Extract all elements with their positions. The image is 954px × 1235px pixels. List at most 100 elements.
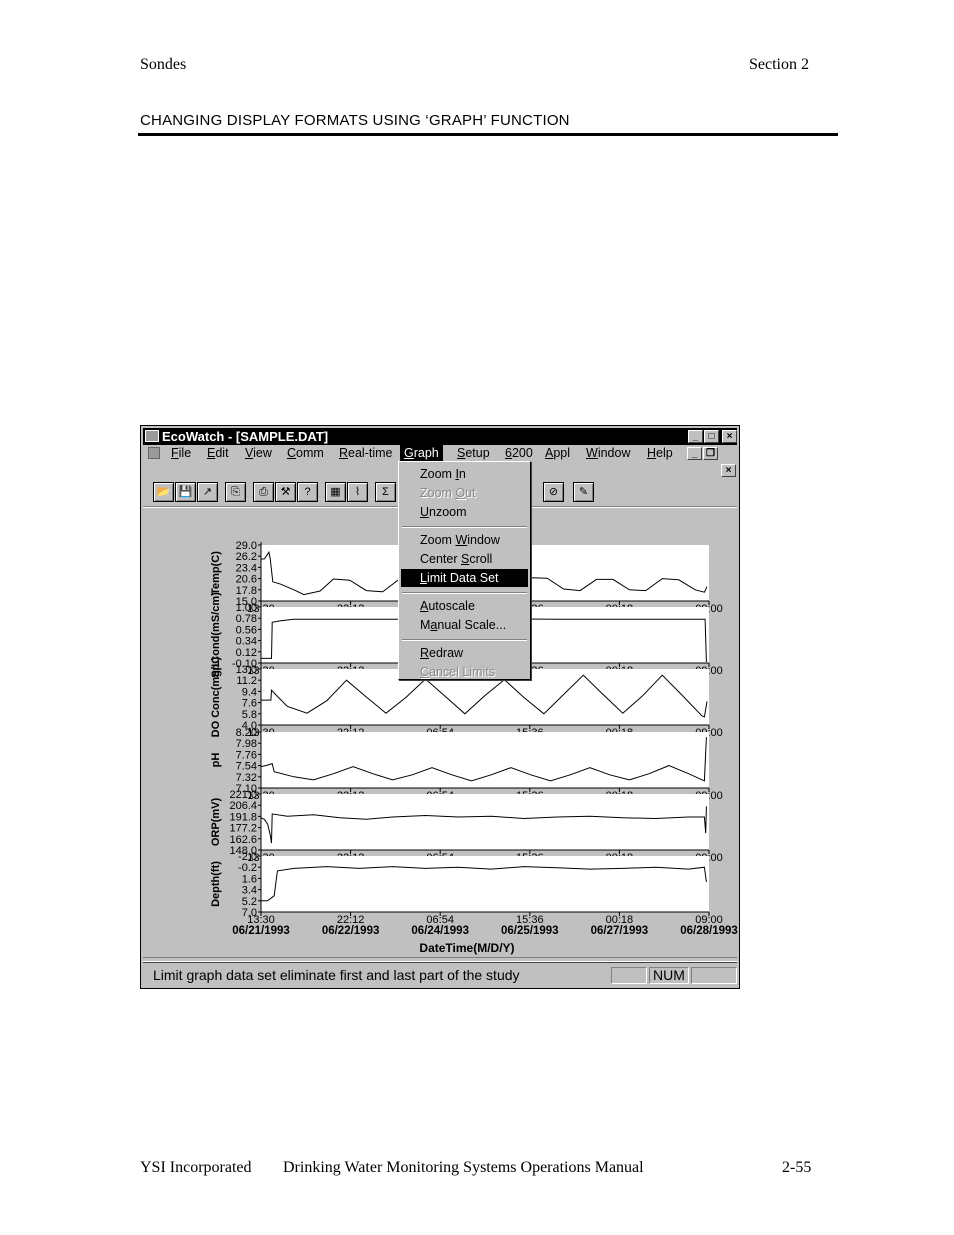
menu-item-zoom-out[interactable]: Zoom Out — [401, 484, 528, 502]
menu-view[interactable]: View — [241, 445, 276, 462]
menu-graph[interactable]: Graph — [400, 445, 443, 462]
y-tick-label: 1.00 — [236, 602, 257, 614]
child-close-button[interactable]: × — [721, 464, 736, 477]
table-button[interactable]: ▦ — [325, 482, 346, 502]
menu-item-redraw[interactable]: Redraw — [401, 644, 528, 662]
menu-item-zoom-in[interactable]: Zoom In — [401, 465, 528, 483]
y-axis-label: pH — [210, 753, 222, 768]
menu-item-zoom-window[interactable]: Zoom Window — [401, 531, 528, 549]
y-tick-label: 7.6 — [242, 698, 257, 710]
plot-area — [261, 856, 709, 912]
help-pointer-button[interactable]: ? — [297, 482, 318, 502]
status-pane-1 — [611, 967, 647, 984]
table-icon: ▦ — [330, 486, 341, 498]
y-tick-label: 0.12 — [236, 647, 257, 659]
section-rule — [138, 133, 838, 136]
status-pane-num: NUM — [649, 967, 689, 984]
menu-appl[interactable]: Appl — [541, 445, 574, 462]
menu-file[interactable]: File — [167, 445, 195, 462]
menu-bar: File Edit View Comm Real-time Graph Setup 6200 A… — [143, 445, 737, 462]
menu-help[interactable]: Help — [643, 445, 677, 462]
open-button[interactable]: 📂 — [153, 482, 174, 502]
x-axis-title: DateTime(M/D/Y) — [419, 941, 514, 955]
graph-button[interactable]: ⌇ — [347, 482, 368, 502]
y-tick-label: 0.34 — [236, 636, 257, 648]
no-plot-icon: ⊘ — [548, 486, 559, 498]
minimize-button[interactable]: _ — [688, 430, 703, 443]
y-tick-label: 20.6 — [236, 574, 257, 586]
menu-window[interactable]: Window — [582, 445, 634, 462]
y-axis-label: Temp(C) — [210, 551, 222, 595]
y-tick-label: 0.78 — [236, 613, 257, 625]
menu-item-limit-data-set[interactable]: Limit Data Set — [401, 569, 528, 587]
x-date-label: 06/27/1993 — [591, 925, 649, 937]
y-axis-label: DO Conc(mg/L) — [210, 656, 222, 737]
menu-setup[interactable]: Setup — [453, 445, 494, 462]
maximize-button[interactable]: □ — [704, 430, 719, 443]
menu-6200[interactable]: 6200 — [501, 445, 537, 462]
open-icon: 📂 — [156, 486, 171, 498]
menu-item-manual-scale[interactable]: Manual Scale... — [401, 616, 528, 634]
menu-item-unzoom[interactable]: Unzoom — [401, 503, 528, 521]
x-date-label: 06/22/1993 — [322, 925, 380, 937]
copy-icon: ⎘ — [231, 486, 240, 498]
y-tick-label: 206.4 — [229, 800, 257, 812]
y-tick-label: 1.6 — [242, 873, 257, 885]
y-axis-label: Depth(ft) — [210, 861, 222, 907]
page-header-left: Sondes — [140, 56, 187, 73]
statistics-button[interactable]: Σ — [375, 482, 396, 502]
copy-button[interactable]: ⎘ — [225, 482, 246, 502]
plot-area — [261, 732, 709, 788]
x-date-label: 06/24/1993 — [411, 925, 469, 937]
menu-separator — [402, 526, 527, 528]
x-date-label: 06/28/1993 — [680, 925, 738, 937]
y-tick-label: 29.0 — [236, 540, 257, 552]
y-tick-label: 3.4 — [242, 885, 257, 897]
y-tick-label: 7.98 — [236, 738, 257, 750]
print-icon: ⎙ — [259, 486, 268, 498]
status-bar: Limit graph data set eliminate first and… — [143, 957, 737, 988]
child-restore-button[interactable]: ❐ — [703, 447, 718, 460]
save-icon: 💾 — [178, 486, 193, 498]
status-groove — [143, 957, 737, 962]
menu-edit[interactable]: Edit — [203, 445, 233, 462]
menu-item-autoscale[interactable]: Autoscale — [401, 597, 528, 615]
menu-item-cancel-limits[interactable]: Cancel Limits — [401, 663, 528, 681]
y-tick-label: 221.0 — [229, 789, 257, 801]
child-minimize-button[interactable]: _ — [687, 447, 702, 460]
y-tick-label: 8.20 — [236, 727, 257, 739]
menu-real-time[interactable]: Real-time — [335, 445, 397, 462]
y-tick-label: -0.2 — [238, 862, 257, 874]
tools-icon: ⚒ — [280, 486, 291, 498]
document-icon[interactable] — [148, 447, 160, 459]
y-tick-label: 11.2 — [236, 675, 257, 687]
y-tick-label: 23.4 — [236, 562, 257, 574]
y-tick-label: 7.76 — [236, 749, 257, 761]
y-tick-label: 162.6 — [229, 834, 257, 846]
menu-item-center-scroll[interactable]: Center Scroll — [401, 550, 528, 568]
status-pane-3 — [691, 967, 737, 984]
menu-comm[interactable]: Comm — [283, 445, 328, 462]
y-tick-label: 0.56 — [236, 624, 257, 636]
y-tick-label: 5.8 — [242, 709, 257, 721]
plot-edit-icon: ✎ — [578, 486, 589, 498]
y-tick-label: 26.2 — [236, 551, 257, 563]
status-message: Limit graph data set eliminate first and… — [153, 967, 520, 983]
close-button[interactable]: × — [722, 430, 737, 443]
save-button[interactable]: 💾 — [175, 482, 196, 502]
plot-edit-button[interactable]: ✎ — [573, 482, 594, 502]
no-plot-button[interactable]: ⊘ — [543, 482, 564, 502]
footer-page-number: 2-55 — [782, 1159, 812, 1176]
y-tick-label: 5.2 — [242, 896, 257, 908]
menu-separator — [402, 592, 527, 594]
app-icon[interactable] — [145, 430, 159, 442]
tools-button[interactable]: ⚒ — [275, 482, 296, 502]
y-tick-label: 177.2 — [229, 823, 257, 835]
menu-separator — [402, 639, 527, 641]
print-button[interactable]: ⎙ — [253, 482, 274, 502]
page-header-right: Section 2 — [749, 56, 809, 73]
title-bar[interactable]: EcoWatch - [SAMPLE.DAT] _ □ × — [143, 428, 737, 445]
y-tick-label: 13.0 — [236, 664, 257, 676]
export-button[interactable]: ↗ — [197, 482, 218, 502]
statistics-icon: Σ — [382, 486, 389, 498]
